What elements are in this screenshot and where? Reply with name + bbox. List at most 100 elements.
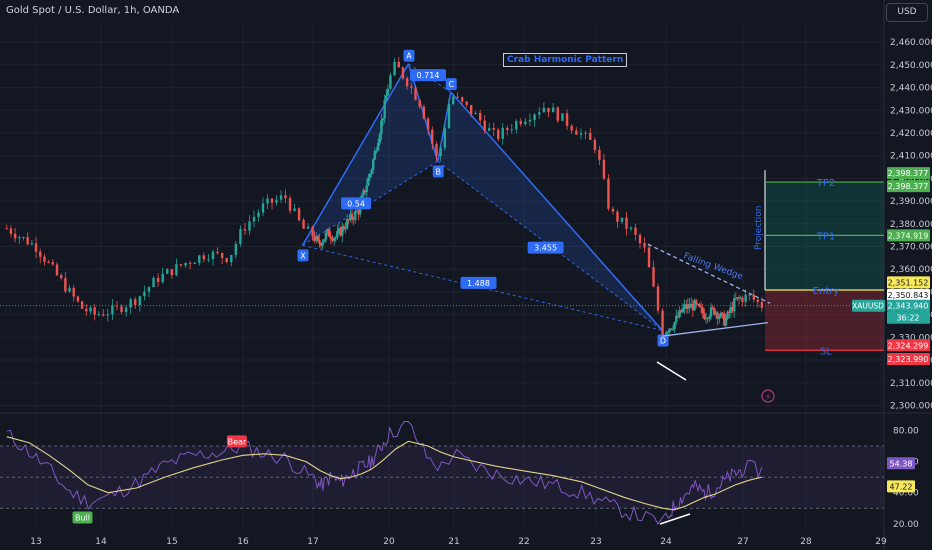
candle-body	[694, 300, 698, 304]
y-tick-label: 2,450.000	[890, 61, 932, 71]
tp1-label: TP1	[816, 231, 836, 242]
candle-body	[152, 277, 155, 288]
x-tick-label: 13	[30, 537, 41, 547]
candle-body	[368, 173, 372, 178]
candle-body	[756, 299, 760, 302]
candle-body	[370, 169, 373, 174]
candle-body	[26, 236, 29, 245]
candle-body	[418, 99, 421, 107]
candle-body	[699, 306, 703, 308]
candle-body	[414, 87, 417, 100]
wedge-lower-line	[661, 321, 769, 337]
ratio-label: 0.714	[417, 71, 440, 80]
candle-body	[656, 286, 660, 311]
candle-body	[666, 331, 670, 333]
chart-root: Bear Bull TP2 TP1 Entry SL Projection X A B C D 0.…	[0, 0, 932, 550]
y-tick-label: 2,300.000	[890, 401, 932, 411]
y-tick-label: 2,370.000	[890, 243, 932, 253]
candle-body	[380, 120, 383, 135]
candle-body	[426, 118, 430, 130]
y-tick-label: 2,460.000	[890, 38, 932, 48]
price-tag-text: 2,343.940	[888, 302, 929, 311]
candle-body	[156, 277, 160, 283]
symbol-tag-text: XAUUSD	[852, 302, 884, 311]
candle-body	[542, 107, 546, 113]
candle-body	[616, 211, 619, 222]
signal-label: Bull	[75, 514, 90, 523]
candle-body	[381, 118, 385, 121]
candle-body	[22, 236, 25, 238]
candle-body	[39, 251, 42, 257]
candle-body	[324, 232, 328, 240]
candle-body	[709, 307, 713, 317]
candle-body	[266, 198, 269, 204]
candle-body	[405, 78, 409, 87]
rsi-panel: Bear Bull	[0, 421, 884, 525]
candle-body	[80, 301, 84, 309]
candle-body	[316, 236, 319, 240]
candle-body	[336, 230, 339, 238]
candle-body	[198, 255, 201, 263]
chart-title: Gold Spot / U.S. Dollar, 1h, OANDA	[6, 5, 180, 16]
x-tick-label: 16	[237, 537, 249, 547]
sl-label: SL	[820, 346, 832, 357]
chart-canvas[interactable]: Bear Bull TP2 TP1 Entry SL Projection X A B C D 0.…	[0, 0, 932, 550]
ratio-label: 0.54	[347, 199, 365, 208]
candle-body	[439, 147, 442, 157]
currency-button[interactable]: USD	[886, 3, 928, 22]
candle-body	[401, 67, 405, 79]
x-tick-label: 29	[875, 537, 887, 547]
candle-body	[72, 287, 75, 297]
point-c-label: C	[448, 80, 454, 89]
x-tick-label: 28	[800, 537, 812, 547]
candle-body	[575, 130, 578, 135]
pattern-title-label: Crab Harmonic Pattern	[503, 53, 628, 67]
candle-body	[634, 227, 637, 235]
candle-body	[607, 178, 610, 209]
candle-body	[625, 217, 628, 229]
candle-body	[47, 261, 50, 263]
tp2-label: TP2	[816, 178, 836, 189]
candle-body	[565, 113, 569, 126]
entry-label: Entry	[813, 286, 840, 297]
candle-body	[184, 262, 187, 266]
candle-body	[701, 307, 704, 314]
y-tick-label: 2,440.000	[890, 84, 932, 94]
candle-body	[365, 185, 368, 193]
candle-body	[547, 107, 550, 113]
wedge-label: Falling Wedge	[682, 251, 745, 282]
x-tick-label: 20	[383, 537, 395, 547]
y-tick-label: 2,410.000	[890, 152, 932, 162]
candle-body	[34, 243, 38, 252]
candle-body	[367, 177, 370, 186]
candle-body	[492, 127, 495, 130]
candle-body	[376, 142, 380, 151]
candle-body	[589, 132, 592, 140]
candle-body	[252, 216, 256, 222]
candle-body	[570, 125, 573, 131]
y-tick-label: 2,380.000	[890, 220, 932, 230]
candle-body	[345, 219, 349, 229]
y-tick-label: 2,310.000	[890, 379, 932, 389]
x-tick-label: 21	[448, 537, 459, 547]
candle-body	[230, 254, 233, 263]
candle-body	[460, 97, 464, 102]
candle-body	[383, 100, 386, 119]
candle-body	[431, 129, 434, 144]
candle-body	[279, 195, 283, 200]
candle-body	[257, 212, 260, 217]
point-x-label: X	[300, 251, 306, 260]
candle-body	[497, 129, 500, 139]
candle-body	[422, 106, 426, 119]
candle-body	[375, 150, 378, 152]
candle-body	[97, 314, 101, 316]
candle-body	[533, 114, 536, 121]
candle-body	[248, 221, 251, 231]
point-b-label: B	[436, 167, 442, 176]
candle-body	[385, 95, 388, 101]
candle-body	[551, 107, 555, 113]
candle-body	[652, 267, 655, 287]
candle-body	[51, 262, 55, 265]
candle-body	[397, 61, 400, 68]
rsi-tick-label: 20.00	[893, 520, 919, 530]
